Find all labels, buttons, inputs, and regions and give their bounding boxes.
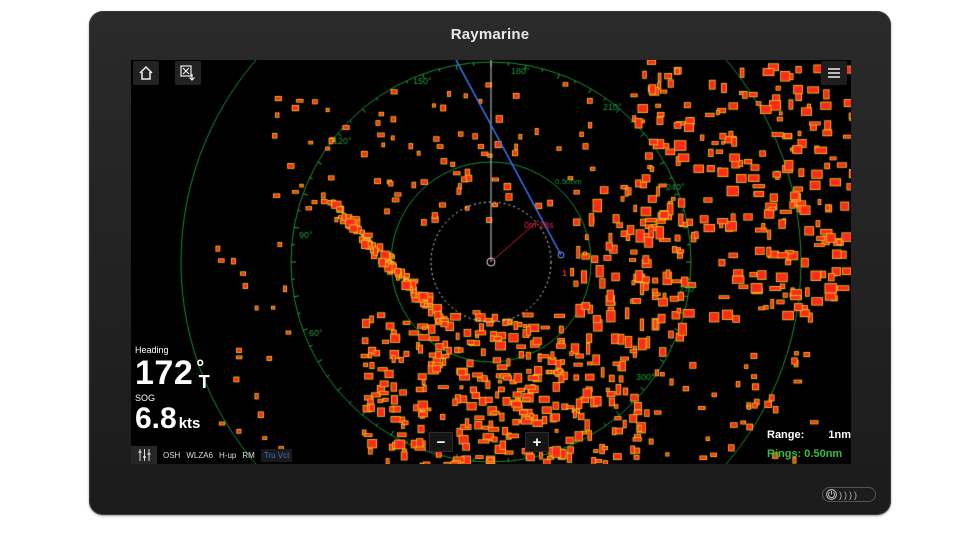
brightness-arc-icon: ) [849, 489, 852, 500]
heading-reference: T [198, 372, 211, 392]
range-value: 1nm [828, 429, 851, 441]
hamburger-menu-icon [828, 68, 840, 78]
sog-unit: kts [178, 415, 201, 432]
radar-image[interactable] [131, 60, 851, 464]
brightness-arc-icon: ) [839, 489, 842, 500]
sog-value: 6.8 kts [135, 402, 200, 436]
sliders-icon [138, 449, 150, 461]
brand-logo: Raymarine [450, 26, 530, 43]
zoom-out-button[interactable]: − [429, 432, 453, 452]
brightness-arc-icon: ) [844, 489, 847, 500]
power-button[interactable]: ) ) ) ) [822, 487, 876, 502]
range-label: Range: [767, 429, 805, 441]
radar-status-bar: OSH WLZA6 H-up RM Tru Vct [131, 446, 298, 464]
heading-value: 172 °T [135, 354, 210, 393]
menu-button[interactable] [821, 61, 847, 85]
rings-label: Rings: [767, 448, 802, 460]
status-wlza6[interactable]: WLZA6 [186, 451, 213, 460]
radar-settings-button[interactable] [131, 446, 157, 464]
power-icon [826, 489, 837, 500]
home-icon [139, 65, 153, 80]
status-orientation[interactable]: H-up [219, 451, 236, 460]
radar-screen[interactable]: Heading 172 °T SOG 6.8 kts OSH WLZA6 H-up … [131, 60, 851, 464]
heading-number: 172 [135, 354, 194, 392]
sog-number: 6.8 [135, 402, 177, 435]
home-button[interactable] [133, 61, 159, 85]
range-info: Range: 1nm Rings: 0.50nm [767, 429, 851, 460]
rings-value: 0.50nm [804, 448, 843, 460]
status-osh[interactable]: OSH [163, 451, 180, 460]
target-track-icon [180, 65, 195, 81]
zoom-in-button[interactable]: + [525, 432, 549, 452]
target-track-button[interactable] [175, 61, 201, 85]
brightness-arc-icon: ) [854, 489, 857, 500]
status-motion[interactable]: RM [242, 451, 254, 460]
status-vector[interactable]: Tru Vct [260, 448, 293, 462]
